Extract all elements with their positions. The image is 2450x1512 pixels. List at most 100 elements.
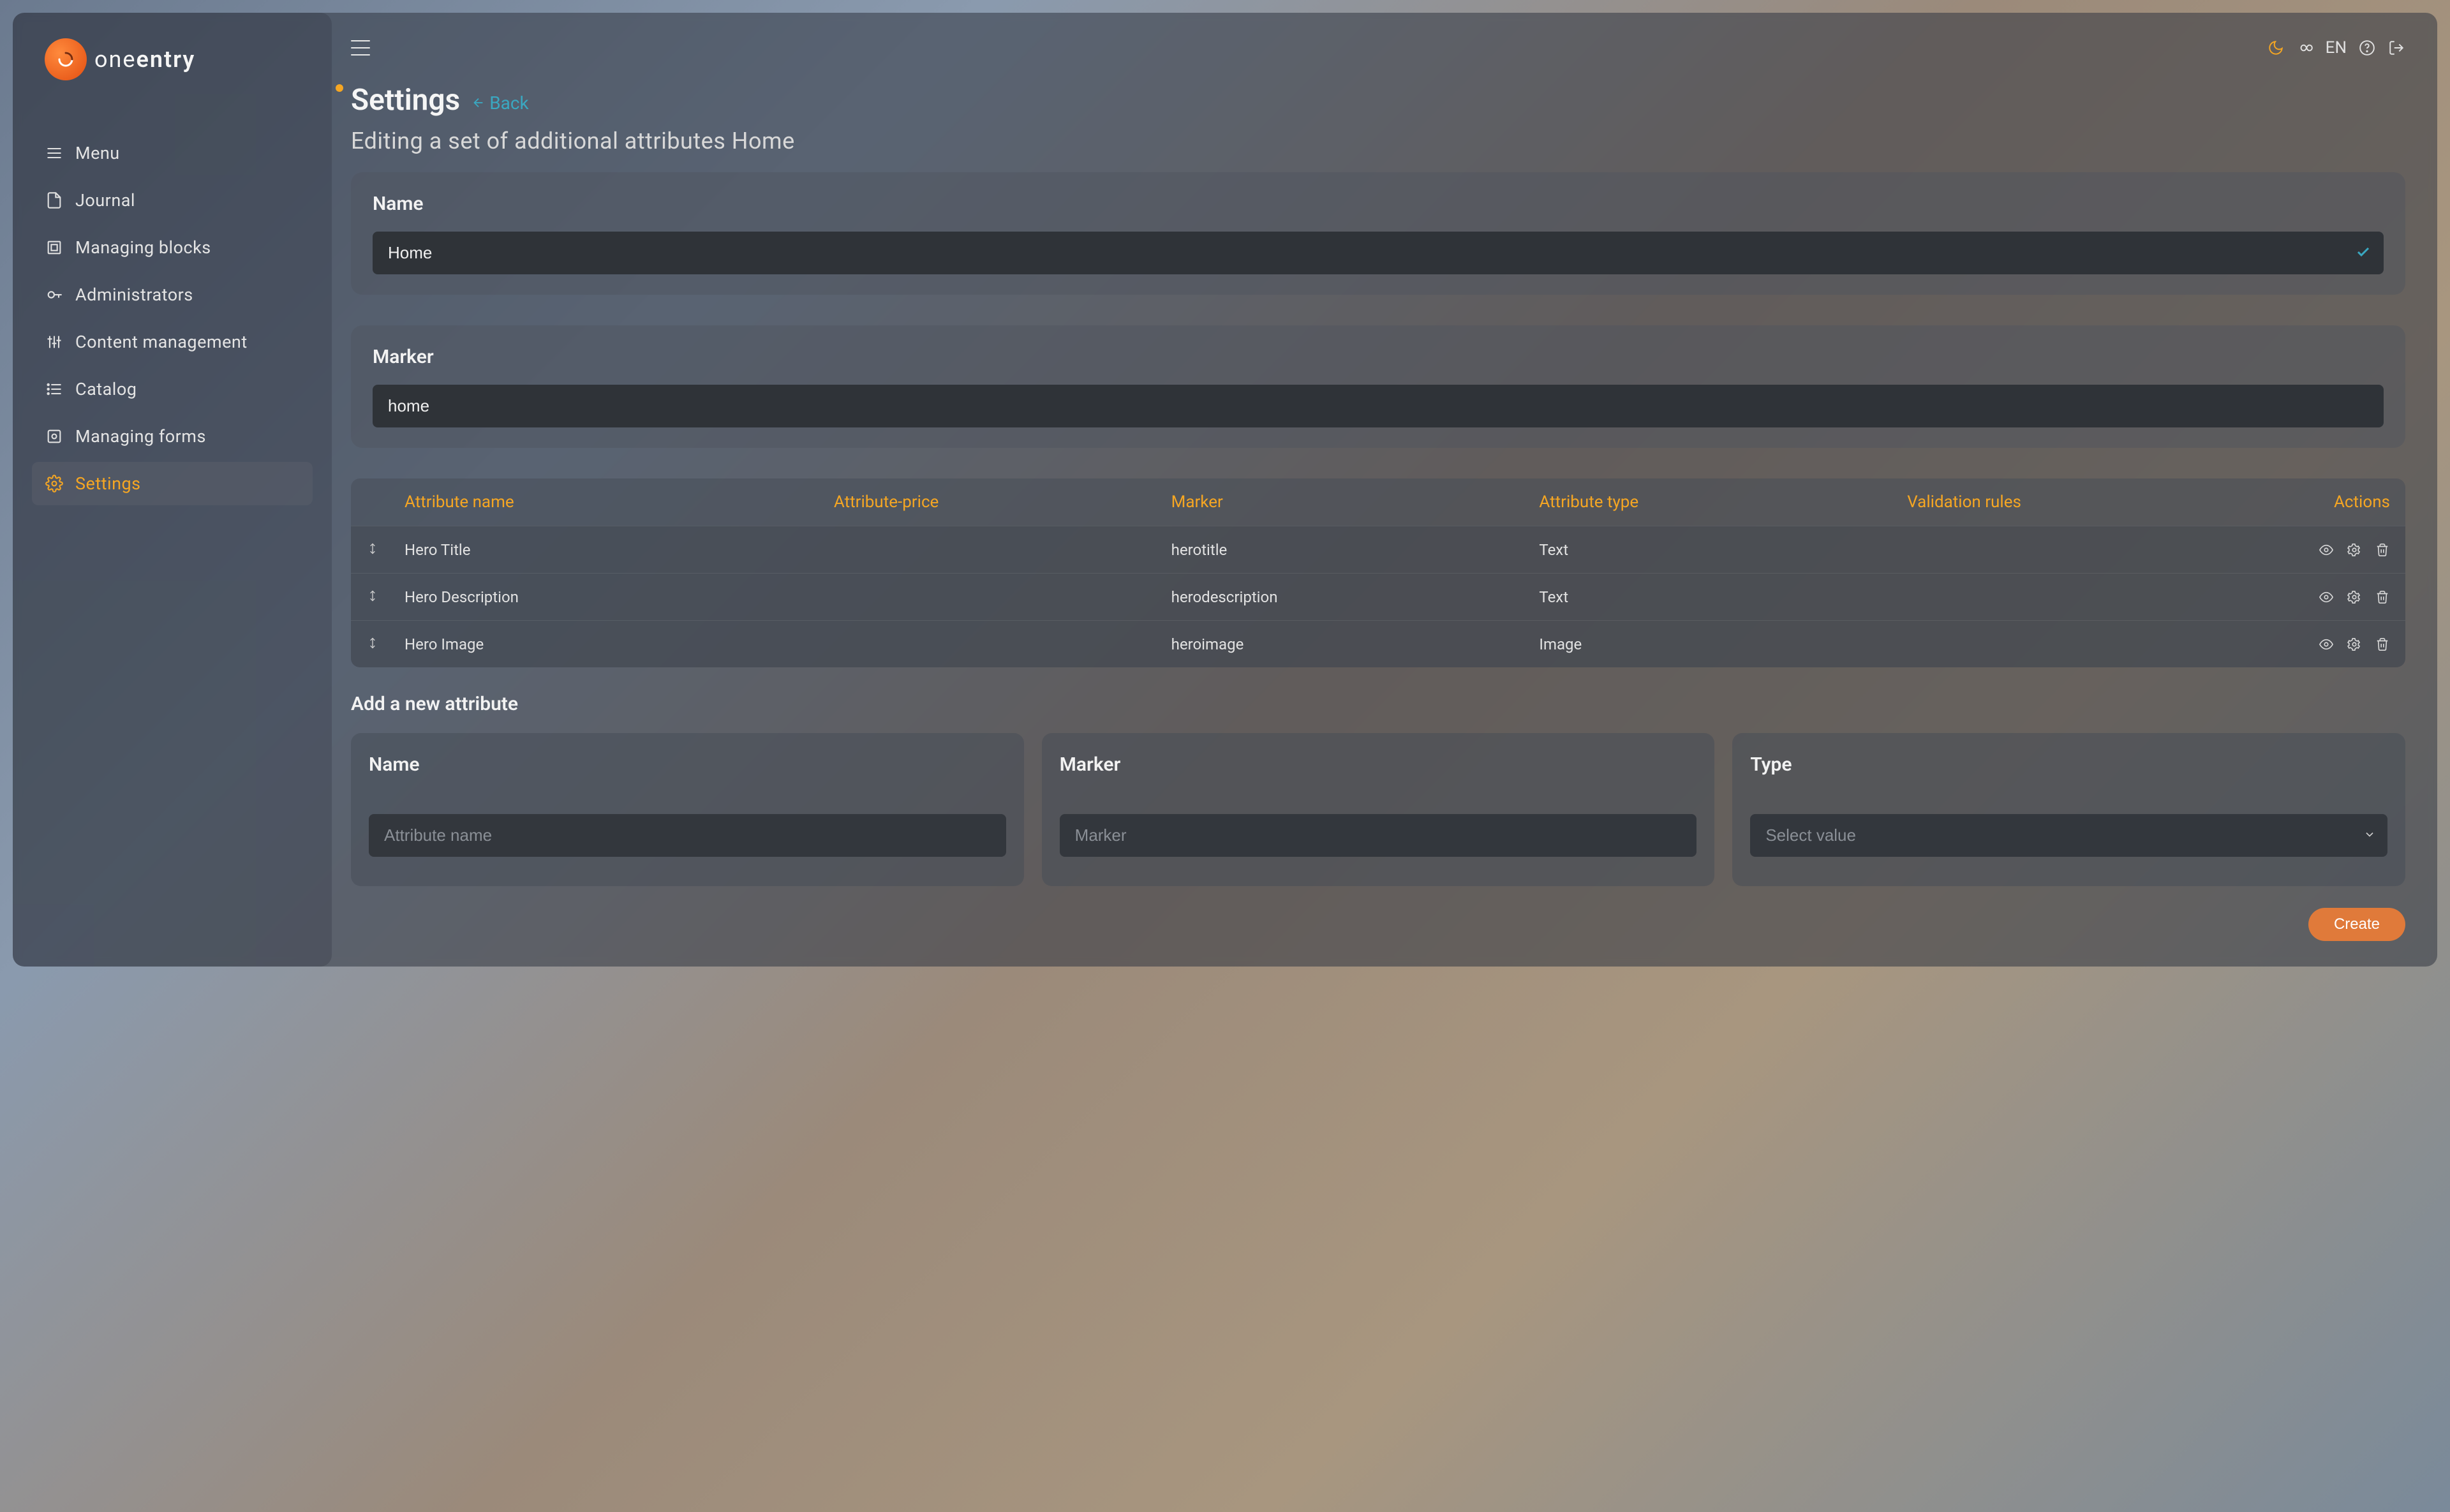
table-row: Hero Title herotitle Text bbox=[351, 526, 2405, 573]
cell-marker: herodescription bbox=[1171, 588, 1540, 606]
marker-input[interactable] bbox=[373, 385, 2384, 427]
sidebar-item-label: Managing blocks bbox=[75, 237, 211, 258]
content-icon bbox=[45, 332, 64, 352]
app-frame: oneentry Menu Journal Managing blocks Ad… bbox=[13, 13, 2437, 967]
sidebar-item-content[interactable]: Content management bbox=[32, 320, 313, 364]
gear-icon[interactable] bbox=[2347, 637, 2362, 652]
cell-type: Text bbox=[1539, 541, 1907, 559]
sidebar-item-label: Journal bbox=[75, 190, 135, 211]
row-actions bbox=[2275, 637, 2390, 652]
col-marker: Marker bbox=[1171, 493, 1540, 512]
logo-mark-icon bbox=[45, 38, 87, 80]
chevron-down-icon bbox=[2363, 828, 2376, 843]
cell-type: Image bbox=[1539, 635, 1907, 653]
eye-icon[interactable] bbox=[2319, 637, 2334, 652]
sidebar-item-menu[interactable]: Menu bbox=[32, 131, 313, 175]
sidebar-item-admins[interactable]: Administrators bbox=[32, 273, 313, 316]
cell-name: Hero Description bbox=[405, 588, 834, 606]
create-row: Create bbox=[351, 908, 2405, 941]
logo-text-part1: one bbox=[94, 46, 137, 73]
name-card: Name bbox=[351, 172, 2405, 295]
forms-icon bbox=[45, 427, 64, 446]
add-marker-label: Marker bbox=[1060, 753, 1697, 776]
trash-icon[interactable] bbox=[2375, 637, 2390, 652]
drag-handle-icon[interactable] bbox=[366, 588, 405, 606]
col-type: Attribute type bbox=[1539, 493, 1907, 512]
trash-icon[interactable] bbox=[2375, 542, 2390, 558]
add-type-select[interactable] bbox=[1750, 814, 2387, 857]
catalog-icon bbox=[45, 380, 64, 399]
col-validation: Validation rules bbox=[1907, 493, 2275, 512]
attribute-table-head: Attribute name Attribute-price Marker At… bbox=[351, 478, 2405, 526]
trash-icon[interactable] bbox=[2375, 589, 2390, 605]
cell-name: Hero Title bbox=[405, 541, 834, 559]
eye-icon[interactable] bbox=[2319, 542, 2334, 558]
sidebar-nav: Menu Journal Managing blocks Administrat… bbox=[32, 131, 313, 505]
attribute-table: Attribute name Attribute-price Marker At… bbox=[351, 478, 2405, 667]
sidebar-item-journal[interactable]: Journal bbox=[32, 179, 313, 222]
back-label: Back bbox=[489, 93, 529, 114]
key-icon bbox=[45, 285, 64, 304]
create-button[interactable]: Create bbox=[2308, 908, 2405, 941]
sidebar-item-label: Catalog bbox=[75, 379, 137, 399]
marker-card: Marker bbox=[351, 325, 2405, 448]
add-name-label: Name bbox=[369, 753, 1006, 776]
journal-icon bbox=[45, 191, 64, 210]
sidebar-item-label: Settings bbox=[75, 473, 141, 494]
sidebar-item-label: Managing forms bbox=[75, 426, 206, 447]
main-content: EN Settings Back Editing a set of additi… bbox=[332, 13, 2437, 967]
blocks-icon bbox=[45, 238, 64, 257]
gear-icon[interactable] bbox=[2347, 589, 2362, 605]
drag-handle-icon[interactable] bbox=[366, 541, 405, 559]
sidebar-item-label: Administrators bbox=[75, 285, 193, 305]
add-marker-card: Marker bbox=[1042, 733, 1715, 886]
eye-icon[interactable] bbox=[2319, 589, 2334, 605]
marker-input-wrap bbox=[373, 385, 2384, 427]
drag-handle-icon[interactable] bbox=[366, 635, 405, 653]
sidebar-item-label: Menu bbox=[75, 143, 120, 163]
sidebar-item-forms[interactable]: Managing forms bbox=[32, 415, 313, 458]
name-input[interactable] bbox=[373, 232, 2384, 274]
cell-type: Text bbox=[1539, 588, 1907, 606]
add-marker-input[interactable] bbox=[1060, 814, 1697, 857]
name-label: Name bbox=[373, 193, 2384, 215]
add-type-card: Type bbox=[1732, 733, 2405, 886]
logout-icon[interactable] bbox=[2387, 39, 2405, 57]
col-price: Attribute-price bbox=[834, 493, 1171, 512]
infinity-icon[interactable] bbox=[2296, 39, 2314, 57]
help-icon[interactable] bbox=[2358, 39, 2376, 57]
sidebar: oneentry Menu Journal Managing blocks Ad… bbox=[13, 13, 332, 967]
col-name: Attribute name bbox=[405, 493, 834, 512]
add-section-title: Add a new attribute bbox=[351, 693, 2405, 715]
add-attribute-row: Name Marker Type bbox=[351, 733, 2405, 886]
sidebar-item-label: Content management bbox=[75, 332, 248, 352]
add-name-input[interactable] bbox=[369, 814, 1006, 857]
add-name-card: Name bbox=[351, 733, 1024, 886]
title-row: Settings Back bbox=[351, 83, 2405, 117]
col-actions: Actions bbox=[2275, 493, 2390, 512]
sidebar-item-settings[interactable]: Settings bbox=[32, 462, 313, 505]
cell-marker: heroimage bbox=[1171, 635, 1540, 653]
title-dot-icon bbox=[336, 84, 343, 92]
hamburger-button[interactable] bbox=[351, 40, 370, 56]
gear-icon bbox=[45, 474, 64, 493]
topbar: EN bbox=[351, 38, 2405, 57]
row-actions bbox=[2275, 542, 2390, 558]
language-selector[interactable]: EN bbox=[2326, 38, 2347, 57]
arrow-left-icon bbox=[471, 96, 486, 110]
row-actions bbox=[2275, 589, 2390, 605]
cell-name: Hero Image bbox=[405, 635, 834, 653]
gear-icon[interactable] bbox=[2347, 542, 2362, 558]
check-icon bbox=[2356, 244, 2371, 262]
marker-label: Marker bbox=[373, 346, 2384, 368]
logo-text-part2: entry bbox=[137, 46, 196, 73]
sidebar-item-blocks[interactable]: Managing blocks bbox=[32, 226, 313, 269]
theme-toggle-icon[interactable] bbox=[2267, 39, 2285, 57]
name-input-wrap bbox=[373, 232, 2384, 274]
add-type-label: Type bbox=[1750, 753, 2387, 776]
topbar-right: EN bbox=[2267, 38, 2405, 57]
sidebar-item-catalog[interactable]: Catalog bbox=[32, 367, 313, 411]
back-link[interactable]: Back bbox=[471, 93, 529, 114]
page-subtitle: Editing a set of additional attributes H… bbox=[351, 128, 2405, 154]
add-type-select-wrap bbox=[1750, 814, 2387, 857]
